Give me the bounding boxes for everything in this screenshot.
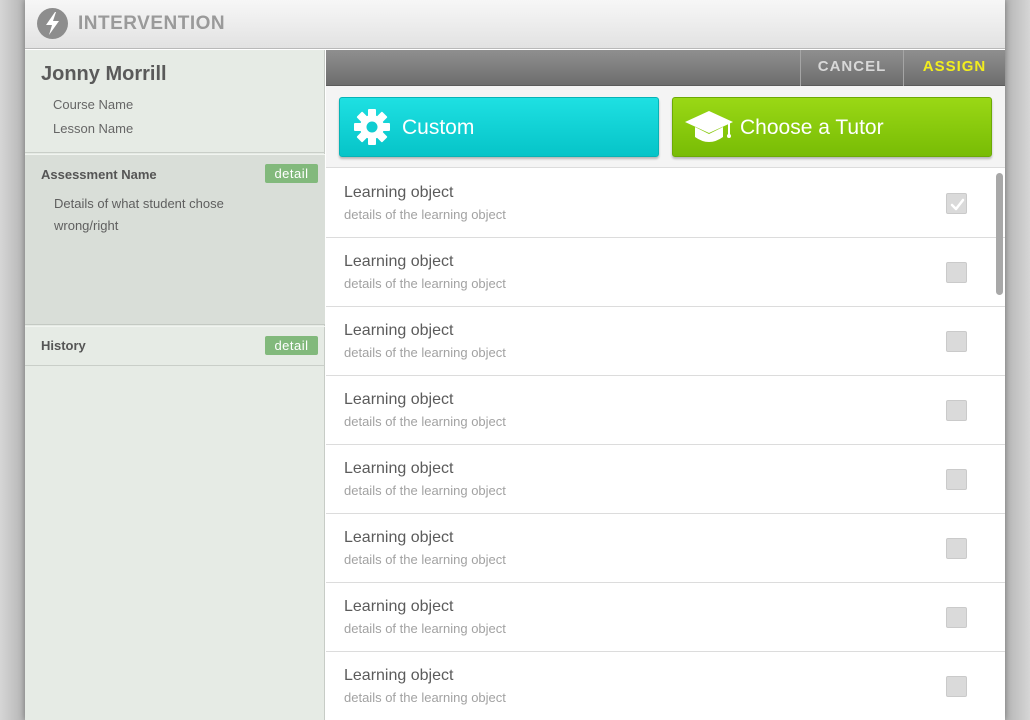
student-info: Jonny Morrill Course Name Lesson Name xyxy=(25,50,325,153)
course-name: Course Name xyxy=(53,97,134,112)
learning-object-details: details of the learning object xyxy=(344,552,506,567)
custom-label: Custom xyxy=(402,116,475,139)
learning-object-title: Learning object xyxy=(344,667,454,684)
learning-object-checkbox[interactable] xyxy=(946,607,967,628)
cancel-button[interactable]: CANCEL xyxy=(800,50,903,86)
lesson-name: Lesson Name xyxy=(53,121,134,136)
assessment-detail-button[interactable]: detail xyxy=(265,164,318,183)
learning-object-checkbox[interactable] xyxy=(946,262,967,283)
intervention-window: INTERVENTION Jonny Morrill Course Name L… xyxy=(25,0,1005,720)
background-right xyxy=(1005,0,1030,720)
learning-object-checkbox[interactable] xyxy=(946,331,967,352)
learning-object-details: details of the learning object xyxy=(344,207,506,222)
learning-object-row[interactable]: Learning object details of the learning o… xyxy=(326,376,1005,445)
learning-object-list: Learning object details of the learning o… xyxy=(326,169,1005,720)
intervention-type-buttons: Custom Choose a Tutor xyxy=(326,86,1005,168)
learning-object-row[interactable]: Learning object details of the learning o… xyxy=(326,445,1005,514)
learning-object-details: details of the learning object xyxy=(344,414,506,429)
assessment-title: Assessment Name xyxy=(41,167,157,182)
choose-tutor-button[interactable]: Choose a Tutor xyxy=(672,97,992,157)
learning-object-checkbox[interactable] xyxy=(946,538,967,559)
learning-object-title: Learning object xyxy=(344,253,454,270)
learning-object-title: Learning object xyxy=(344,460,454,477)
learning-object-title: Learning object xyxy=(344,184,454,201)
history-section: History detail xyxy=(25,326,325,366)
learning-object-details: details of the learning object xyxy=(344,345,506,360)
learning-object-title: Learning object xyxy=(344,598,454,615)
learning-object-checkbox[interactable] xyxy=(946,193,967,214)
list-scrollbar[interactable] xyxy=(996,173,1003,295)
gear-icon xyxy=(352,107,392,153)
learning-object-row[interactable]: Learning object details of the learning o… xyxy=(326,514,1005,583)
learning-object-checkbox[interactable] xyxy=(946,469,967,490)
learning-object-row[interactable]: Learning object details of the learning o… xyxy=(326,652,1005,720)
student-sidebar: Jonny Morrill Course Name Lesson Name As… xyxy=(25,50,325,720)
title-bar: INTERVENTION xyxy=(25,0,1005,49)
lightning-bolt-icon xyxy=(37,8,68,39)
background-left xyxy=(0,0,25,720)
choose-tutor-label: Choose a Tutor xyxy=(740,116,884,139)
learning-object-row[interactable]: Learning object details of the learning o… xyxy=(326,307,1005,376)
learning-object-details: details of the learning object xyxy=(344,621,506,636)
assessment-details: Details of what student chose wrong/righ… xyxy=(54,196,224,233)
learning-object-title: Learning object xyxy=(344,391,454,408)
custom-button[interactable]: Custom xyxy=(339,97,659,157)
learning-object-checkbox[interactable] xyxy=(946,676,967,697)
assessment-section: Assessment Name detail Details of what s… xyxy=(25,154,325,325)
learning-object-checkbox[interactable] xyxy=(946,400,967,421)
learning-object-row[interactable]: Learning object details of the learning o… xyxy=(326,169,1005,238)
history-title: History xyxy=(41,338,86,353)
learning-object-title: Learning object xyxy=(344,529,454,546)
learning-object-details: details of the learning object xyxy=(344,276,506,291)
app-title: INTERVENTION xyxy=(78,13,226,34)
learning-object-row[interactable]: Learning object details of the learning o… xyxy=(326,583,1005,652)
learning-object-details: details of the learning object xyxy=(344,690,506,705)
assign-button[interactable]: ASSIGN xyxy=(903,50,1005,86)
learning-object-row[interactable]: Learning object details of the learning o… xyxy=(326,238,1005,307)
main-panel: CANCEL ASSIGN Custom Choose a Tutor Lear… xyxy=(326,50,1005,720)
learning-object-title: Learning object xyxy=(344,322,454,339)
graduation-cap-icon xyxy=(684,109,734,153)
history-detail-button[interactable]: detail xyxy=(265,336,318,355)
action-bar: CANCEL ASSIGN xyxy=(326,50,1005,86)
student-name: Jonny Morrill xyxy=(41,63,167,85)
checkmark-icon xyxy=(950,198,965,211)
learning-object-details: details of the learning object xyxy=(344,483,506,498)
